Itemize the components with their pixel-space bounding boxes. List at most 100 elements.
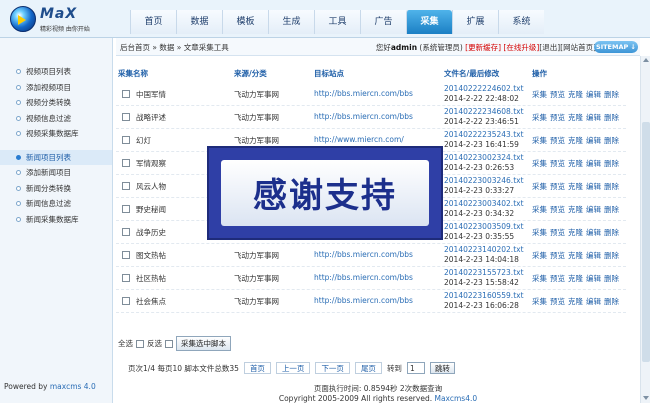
row-checkbox[interactable] — [122, 159, 130, 167]
collect-link[interactable]: 采集 — [532, 90, 547, 99]
refresh-cache-link[interactable]: [更新缓存] — [465, 43, 501, 52]
logo[interactable]: MaX 精彩视频 由你开始 — [10, 6, 120, 34]
preview-link[interactable]: 预览 — [550, 113, 565, 122]
row-file-link[interactable]: 20140223160559.txt — [444, 291, 524, 300]
row-checkbox[interactable] — [122, 274, 130, 282]
scroll-down-arrow-icon[interactable] — [643, 396, 649, 400]
row-file-link[interactable]: 20140223003402.txt — [444, 199, 524, 208]
select-all-link[interactable]: 全选 — [118, 338, 133, 349]
nav-item-ads[interactable]: 广告 — [360, 10, 406, 34]
clone-link[interactable]: 克隆 — [568, 228, 583, 237]
collect-link[interactable]: 采集 — [532, 297, 547, 306]
sidebar-item-news-filter[interactable]: 新闻信息过滤 — [0, 196, 112, 212]
sidebar-item-add-news[interactable]: 添加新闻项目 — [0, 165, 112, 181]
collect-link[interactable]: 采集 — [532, 182, 547, 191]
edit-link[interactable]: 编辑 — [586, 228, 601, 237]
row-file-link[interactable]: 20140223155723.txt — [444, 268, 524, 277]
row-site-link[interactable]: http://bbs.miercn.com/bbs — [314, 112, 413, 121]
delete-link[interactable]: 删除 — [604, 136, 619, 145]
sidebar-item-video-list[interactable]: 视频项目列表 — [0, 64, 112, 80]
row-file-link[interactable]: 20140222235243.txt — [444, 130, 524, 139]
edit-link[interactable]: 编辑 — [586, 251, 601, 260]
preview-link[interactable]: 预览 — [550, 297, 565, 306]
invert-checkbox[interactable] — [136, 339, 144, 348]
clone-link[interactable]: 克隆 — [568, 274, 583, 283]
edit-link[interactable]: 编辑 — [586, 274, 601, 283]
row-file-link[interactable]: 20140222224602.txt — [444, 84, 524, 93]
delete-link[interactable]: 删除 — [604, 90, 619, 99]
row-checkbox[interactable] — [122, 182, 130, 190]
scroll-up-arrow-icon[interactable] — [643, 58, 649, 62]
selection-checkbox[interactable] — [165, 339, 173, 348]
row-site-link[interactable]: http://bbs.miercn.com/bbs — [314, 89, 413, 98]
clone-link[interactable]: 克隆 — [568, 297, 583, 306]
online-upgrade-link[interactable]: [在线升级] — [503, 43, 539, 52]
edit-link[interactable]: 编辑 — [586, 205, 601, 214]
preview-link[interactable]: 预览 — [550, 159, 565, 168]
next-page-button[interactable]: 下一页 — [315, 362, 350, 374]
sidebar-item-video-filter[interactable]: 视频信息过滤 — [0, 111, 112, 127]
sidebar-item-add-video[interactable]: 添加视频项目 — [0, 80, 112, 96]
delete-link[interactable]: 删除 — [604, 251, 619, 260]
prev-page-button[interactable]: 上一页 — [275, 362, 311, 374]
collect-link[interactable]: 采集 — [532, 228, 547, 237]
breadcrumb[interactable]: 后台首页 » 数据 » 文章采集工具 — [120, 42, 229, 53]
nav-item-collect[interactable]: 采集 — [406, 10, 452, 34]
row-file-link[interactable]: 20140222234608.txt — [444, 107, 524, 116]
delete-link[interactable]: 删除 — [604, 205, 619, 214]
nav-item-system[interactable]: 系统 — [498, 10, 544, 34]
sitemap-button[interactable]: SITEMAP ↓ — [594, 41, 638, 53]
preview-link[interactable]: 预览 — [550, 251, 565, 260]
row-site-link[interactable]: http://bbs.miercn.com/bbs — [314, 273, 413, 282]
clone-link[interactable]: 克隆 — [568, 205, 583, 214]
clone-link[interactable]: 克隆 — [568, 251, 583, 260]
edit-link[interactable]: 编辑 — [586, 136, 601, 145]
row-file-link[interactable]: 20140223002324.txt — [444, 153, 524, 162]
nav-item-home[interactable]: 首页 — [130, 10, 176, 34]
site-home-link[interactable]: [网站首页] — [560, 43, 596, 52]
sidebar-item-video-db[interactable]: 视频采集数据库 — [0, 126, 112, 142]
last-page-button[interactable]: 尾页 — [354, 362, 382, 374]
copyright-brand-link[interactable]: Maxcms4.0 — [434, 394, 477, 403]
preview-link[interactable]: 预览 — [550, 274, 565, 283]
row-checkbox[interactable] — [122, 90, 130, 98]
first-page-button[interactable]: 首页 — [243, 362, 271, 374]
row-file-link[interactable]: 20140223140202.txt — [444, 245, 524, 254]
sidebar-item-news-category[interactable]: 新闻分类转换 — [0, 181, 112, 197]
clone-link[interactable]: 克隆 — [568, 136, 583, 145]
nav-item-data[interactable]: 数据 — [176, 10, 222, 34]
delete-link[interactable]: 删除 — [604, 159, 619, 168]
nav-item-tools[interactable]: 工具 — [314, 10, 360, 34]
delete-link[interactable]: 删除 — [604, 274, 619, 283]
row-file-link[interactable]: 20140223003509.txt — [444, 222, 524, 231]
sidebar-item-news-list[interactable]: 新闻项目列表 — [0, 149, 112, 165]
powered-brand-link[interactable]: maxcms 4.0 — [50, 382, 96, 391]
sidebar-item-video-category[interactable]: 视频分类转换 — [0, 95, 112, 111]
nav-item-extend[interactable]: 扩展 — [452, 10, 498, 34]
collect-link[interactable]: 采集 — [532, 113, 547, 122]
row-site-link[interactable]: http://www.miercn.com/ — [314, 135, 404, 144]
row-checkbox[interactable] — [122, 113, 130, 121]
preview-link[interactable]: 预览 — [550, 90, 565, 99]
logout-link[interactable]: [退出] — [539, 43, 560, 52]
clone-link[interactable]: 克隆 — [568, 90, 583, 99]
collect-link[interactable]: 采集 — [532, 159, 547, 168]
clone-link[interactable]: 克隆 — [568, 182, 583, 191]
nav-item-generate[interactable]: 生成 — [268, 10, 314, 34]
clone-link[interactable]: 克隆 — [568, 159, 583, 168]
edit-link[interactable]: 编辑 — [586, 159, 601, 168]
collect-link[interactable]: 采集 — [532, 136, 547, 145]
nav-item-template[interactable]: 模板 — [222, 10, 268, 34]
delete-link[interactable]: 删除 — [604, 113, 619, 122]
row-checkbox[interactable] — [122, 251, 130, 259]
clone-link[interactable]: 克隆 — [568, 113, 583, 122]
vertical-scrollbar[interactable] — [640, 56, 650, 403]
preview-link[interactable]: 预览 — [550, 228, 565, 237]
row-site-link[interactable]: http://bbs.miercn.com/bbs — [314, 250, 413, 259]
preview-link[interactable]: 预览 — [550, 205, 565, 214]
row-site-link[interactable]: http://bbs.miercn.com/bbs — [314, 296, 413, 305]
collect-link[interactable]: 采集 — [532, 205, 547, 214]
edit-link[interactable]: 编辑 — [586, 90, 601, 99]
collect-link[interactable]: 采集 — [532, 251, 547, 260]
edit-link[interactable]: 编辑 — [586, 113, 601, 122]
